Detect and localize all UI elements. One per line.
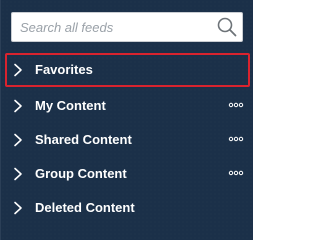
nav-item-label: Deleted Content [35,200,135,215]
nav-item-deleted-content[interactable]: Deleted Content [5,191,250,225]
chevron-right-icon[interactable] [13,201,23,215]
search-input[interactable] [12,13,212,41]
nav-item-label: Shared Content [35,132,132,147]
more-options-icon[interactable] [228,166,244,180]
chevron-right-icon[interactable] [13,99,23,113]
chevron-right-icon[interactable] [13,133,23,147]
more-options-icon[interactable] [228,132,244,146]
search-icon[interactable] [216,16,238,38]
chevron-right-icon[interactable] [13,167,23,181]
nav-item-group-content[interactable]: Group Content [5,157,250,191]
more-options-icon[interactable] [228,98,244,112]
feeds-sidebar: Favorites My Content Shared Content [0,0,253,240]
chevron-right-icon[interactable] [13,63,23,77]
search-box [11,12,243,42]
nav-item-my-content[interactable]: My Content [5,89,250,123]
nav-item-shared-content[interactable]: Shared Content [5,123,250,157]
nav-item-label: Favorites [35,62,93,77]
nav-item-label: My Content [35,98,106,113]
nav-item-label: Group Content [35,166,127,181]
nav-item-favorites[interactable]: Favorites [5,53,250,87]
